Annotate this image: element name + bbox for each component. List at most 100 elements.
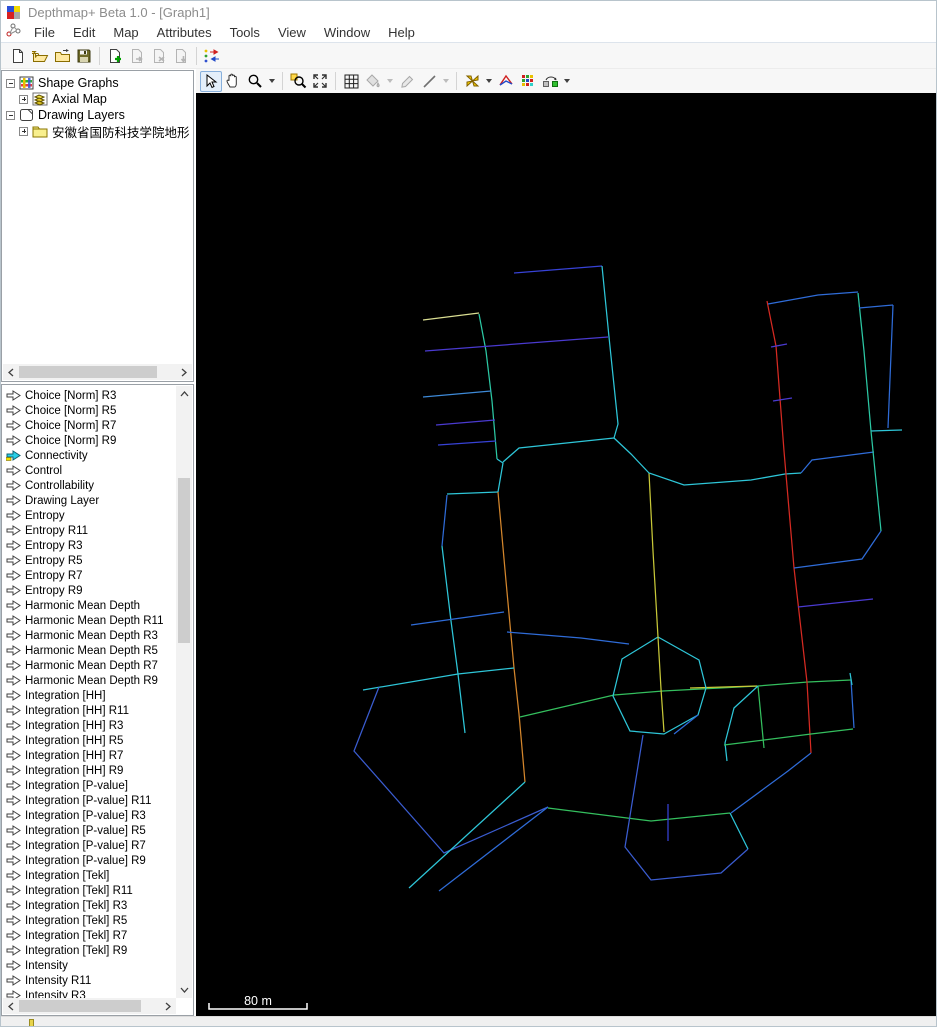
axial-dropdown-caret[interactable] xyxy=(486,79,492,83)
scroll-thumb[interactable] xyxy=(19,1000,141,1012)
scroll-thumb[interactable] xyxy=(178,478,190,643)
attribute-item[interactable]: Entropy R11 xyxy=(3,523,178,538)
attribute-item[interactable]: Harmonic Mean Depth R5 xyxy=(3,643,178,658)
attribute-item[interactable]: Drawing Layer xyxy=(3,493,178,508)
axial-line[interactable] xyxy=(410,611,505,626)
attribute-item[interactable]: Integration [P-value] xyxy=(3,778,178,793)
expand-icon[interactable] xyxy=(19,94,28,104)
axial-line[interactable] xyxy=(724,685,759,762)
attribute-item[interactable]: Integration [HH] R3 xyxy=(3,718,178,733)
attribute-item[interactable]: Harmonic Mean Depth R3 xyxy=(3,628,178,643)
line-tool-button[interactable] xyxy=(418,71,440,92)
grid-button[interactable] xyxy=(340,71,362,92)
tree-item[interactable]: Shape Graphs xyxy=(2,75,192,91)
zoom-dropdown-caret[interactable] xyxy=(269,79,275,83)
attribute-item[interactable]: Entropy xyxy=(3,508,178,523)
attribute-item[interactable]: Control xyxy=(3,463,178,478)
axial-line[interactable] xyxy=(870,430,882,532)
scroll-up-icon[interactable] xyxy=(176,386,192,402)
axial-line[interactable] xyxy=(757,685,765,749)
axial-line[interactable] xyxy=(648,472,665,733)
attribute-item[interactable]: Integration [HH] R11 xyxy=(3,703,178,718)
axial-line[interactable] xyxy=(613,437,802,486)
scroll-thumb[interactable] xyxy=(19,366,157,378)
axial-line[interactable] xyxy=(438,806,549,892)
axial-line[interactable] xyxy=(513,265,603,274)
attribute-item[interactable]: Integration [P-value] R5 xyxy=(3,823,178,838)
axial-line[interactable] xyxy=(770,343,788,348)
attribute-item[interactable]: Controllability xyxy=(3,478,178,493)
attribute-item[interactable]: Integration [HH] R9 xyxy=(3,763,178,778)
attribute-item[interactable]: Choice [Norm] R5 xyxy=(3,403,178,418)
axial-line[interactable] xyxy=(858,304,894,309)
fill-button[interactable] xyxy=(362,71,384,92)
axial-line[interactable] xyxy=(850,679,855,729)
axial-line[interactable] xyxy=(723,728,854,746)
step-dropdown-caret[interactable] xyxy=(564,79,570,83)
zoom-button[interactable] xyxy=(244,71,266,92)
attribute-item[interactable]: Entropy R3 xyxy=(3,538,178,553)
link-columns-button[interactable] xyxy=(201,45,223,66)
axial-line[interactable] xyxy=(870,429,903,432)
remove-column-button[interactable] xyxy=(148,45,170,66)
axial-line[interactable] xyxy=(441,494,448,547)
axial-line[interactable] xyxy=(624,734,749,881)
attribute-item[interactable]: Choice [Norm] R3 xyxy=(3,388,178,403)
menu-item[interactable]: File xyxy=(25,24,64,41)
axial-line[interactable] xyxy=(547,807,731,822)
axial-line[interactable] xyxy=(800,451,875,474)
axial-graph-button[interactable] xyxy=(495,71,517,92)
axial-line[interactable] xyxy=(601,265,619,439)
attribute-vertical-scrollbar[interactable] xyxy=(176,386,192,998)
zoom-region-button[interactable] xyxy=(287,71,309,92)
menu-item[interactable]: View xyxy=(269,24,315,41)
scroll-right-icon[interactable] xyxy=(160,998,176,1014)
open-file-button[interactable] xyxy=(29,45,51,66)
collapse-icon[interactable] xyxy=(6,78,15,88)
update-column-button[interactable] xyxy=(126,45,148,66)
select-button[interactable] xyxy=(200,70,222,92)
axial-tools-button[interactable] xyxy=(461,71,483,92)
pencil-button[interactable] xyxy=(396,71,418,92)
attribute-item[interactable]: Connectivity xyxy=(3,448,178,463)
attribute-item[interactable]: Integration [HH] R5 xyxy=(3,733,178,748)
menu-item[interactable]: Help xyxy=(379,24,424,41)
menu-item[interactable]: Map xyxy=(104,24,147,41)
axial-line[interactable] xyxy=(730,752,812,814)
attribute-item[interactable]: Integration [P-value] R9 xyxy=(3,853,178,868)
attribute-item[interactable]: Harmonic Mean Depth R9 xyxy=(3,673,178,688)
axial-line[interactable] xyxy=(422,312,480,321)
axial-line[interactable] xyxy=(446,491,499,495)
save-button[interactable] xyxy=(73,45,95,66)
add-column-button[interactable] xyxy=(104,45,126,66)
axial-line[interactable] xyxy=(478,313,498,460)
attribute-item[interactable]: Entropy R9 xyxy=(3,583,178,598)
axial-line[interactable] xyxy=(502,437,615,463)
menu-item[interactable]: Window xyxy=(315,24,379,41)
new-file-button[interactable] xyxy=(7,45,29,66)
axial-line[interactable] xyxy=(497,491,526,783)
scroll-left-icon[interactable] xyxy=(3,364,19,380)
axial-line[interactable] xyxy=(496,458,504,493)
attribute-item[interactable]: Choice [Norm] R9 xyxy=(3,433,178,448)
axial-line[interactable] xyxy=(729,812,749,850)
tree-horizontal-scrollbar[interactable] xyxy=(3,364,192,380)
axial-line[interactable] xyxy=(362,667,515,691)
menu-item[interactable]: Tools xyxy=(221,24,269,41)
axial-line[interactable] xyxy=(519,679,852,718)
axial-line[interactable] xyxy=(506,631,630,645)
scroll-down-icon[interactable] xyxy=(176,982,192,998)
axial-line[interactable] xyxy=(797,598,874,608)
axial-line[interactable] xyxy=(408,781,526,889)
scroll-right-icon[interactable] xyxy=(176,364,192,380)
axial-line[interactable] xyxy=(424,336,609,352)
tree-item[interactable]: 安徽省国防科技学院地形 xyxy=(2,123,192,140)
attribute-item[interactable]: Integration [P-value] R3 xyxy=(3,808,178,823)
axial-line[interactable] xyxy=(887,304,894,429)
attribute-horizontal-scrollbar[interactable] xyxy=(3,998,176,1014)
axial-line[interactable] xyxy=(673,714,699,735)
attribute-item[interactable]: Harmonic Mean Depth R7 xyxy=(3,658,178,673)
tree-item[interactable]: Axial Map xyxy=(2,91,192,107)
axial-line[interactable] xyxy=(435,419,496,426)
scroll-left-icon[interactable] xyxy=(3,998,19,1014)
